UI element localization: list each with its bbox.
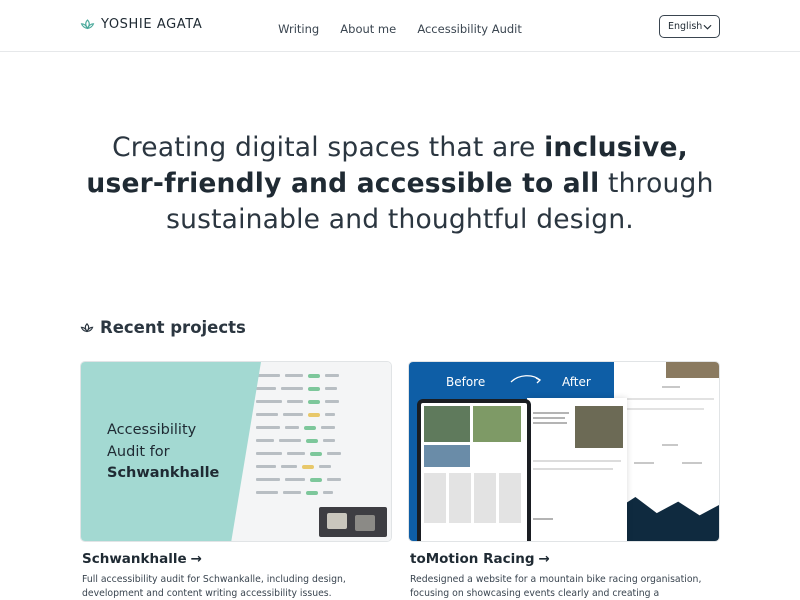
nav-writing[interactable]: Writing [278, 22, 319, 36]
logo-link[interactable]: YOSHIE AGATA [80, 17, 202, 32]
project-title-text: toMotion Racing [410, 551, 535, 567]
project-card-schwankhalle[interactable]: Accessibility Audit for Schwankhalle Sch… [80, 361, 392, 600]
hero-text: through [599, 168, 714, 199]
hero-emphasis: user-friendly and accessible to all [86, 168, 600, 199]
after-label: After [562, 375, 591, 389]
thumbnail-caption-line: Accessibility [107, 422, 197, 438]
lotus-icon [80, 19, 95, 30]
new-site-preview [614, 362, 719, 541]
site-header: YOSHIE AGATA Writing About me Accessibil… [0, 0, 800, 52]
before-label: Before [446, 375, 486, 389]
project-title-text: Schwankhalle [82, 551, 187, 567]
language-select[interactable]: English [659, 15, 720, 38]
nav-about-me[interactable]: About me [340, 22, 396, 36]
thumbnail-caption-line: Audit for [107, 443, 170, 460]
arrow-right-icon: → [190, 551, 202, 567]
logo-text: YOSHIE AGATA [101, 17, 203, 32]
new-page-preview [527, 398, 627, 541]
old-site-tablet-preview [417, 399, 531, 541]
lotus-icon [80, 322, 94, 332]
hero-line-1: Creating digital spaces that are inclusi… [0, 130, 800, 166]
project-title[interactable]: toMotion Racing → [410, 551, 720, 567]
nav-accessibility-audit[interactable]: Accessibility Audit [417, 22, 522, 36]
hero-text: Creating digital spaces that are [112, 132, 545, 163]
project-description: Redesigned a website for a mountain bike… [410, 574, 702, 599]
project-description: Full accessibility audit for Schwankalle… [82, 574, 346, 599]
thumbnail-caption: Accessibility Audit for Schwankhalle [107, 420, 219, 485]
language-select-value: English [668, 21, 703, 32]
project-card-tomotion-racing[interactable]: Before After toMotion Racing → Redesigne… [408, 361, 720, 600]
hero-text: sustainable and thoughtful design. [166, 204, 634, 235]
event-photo-preview [319, 507, 387, 537]
hero-statement: Creating digital spaces that are inclusi… [0, 130, 800, 238]
project-thumbnail[interactable]: Accessibility Audit for Schwankhalle [80, 361, 392, 542]
section-title: Recent projects [100, 318, 246, 337]
chevron-down-icon [703, 24, 712, 30]
hero-line-2: user-friendly and accessible to all thro… [0, 166, 800, 202]
arrow-right-icon: → [538, 551, 550, 567]
audit-table-preview [256, 370, 386, 500]
project-title[interactable]: Schwankhalle → [82, 551, 392, 567]
curved-arrow-icon [510, 375, 542, 384]
hero-emphasis: inclusive, [544, 132, 688, 163]
project-thumbnail[interactable]: Before After [408, 361, 720, 542]
thumbnail-caption-line: Schwankhalle [107, 465, 220, 481]
hero-line-3: sustainable and thoughtful design. [0, 202, 800, 238]
recent-projects-heading: Recent projects [80, 318, 246, 337]
